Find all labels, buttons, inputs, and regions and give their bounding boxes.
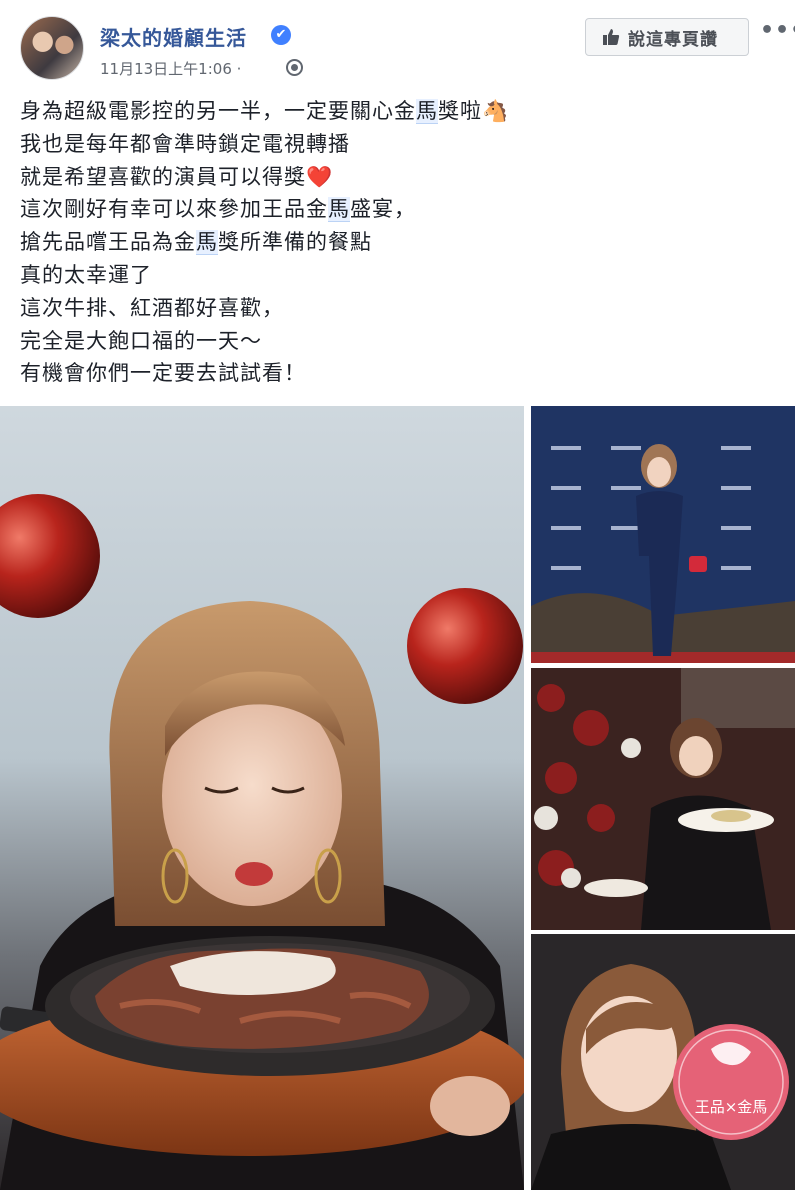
photo-grid: 王品×金馬 <box>0 406 795 1190</box>
highlighted-word[interactable]: 馬 <box>196 230 218 256</box>
plate-photo[interactable] <box>531 668 795 930</box>
badge-photo[interactable]: 王品×金馬 <box>531 934 795 1190</box>
post-line: 這次剛好有幸可以來參加王品金馬盛宴， <box>20 197 416 223</box>
post-line: 就是希望喜歡的演員可以得獎❤️ <box>20 164 334 189</box>
badge-text: 王品×金馬 <box>695 1098 768 1116</box>
plate-illustration <box>531 668 795 930</box>
page-name-link[interactable]: 梁太的婚顧生活 <box>100 22 247 51</box>
like-page-label: 說這專頁讚 <box>628 29 718 50</box>
red-carpet-photo[interactable] <box>531 406 795 663</box>
red-carpet-illustration <box>531 406 795 663</box>
post-line: 身為超級電影控的另一半，一定要關心金馬獎啦🐴 <box>20 99 510 124</box>
page-avatar[interactable] <box>20 16 84 80</box>
highlighted-word[interactable]: 馬 <box>416 99 438 124</box>
post-line: 搶先品嚐王品為金馬獎所準備的餐點 <box>20 230 372 256</box>
post-line: 完全是大飽口福的一天～ <box>20 328 262 353</box>
main-photo[interactable] <box>0 406 524 1190</box>
post-line: 真的太幸運了 <box>20 262 152 287</box>
badge-illustration: 王品×金馬 <box>531 934 795 1190</box>
post-line: 我也是每年都會準時鎖定電視轉播 <box>20 131 350 156</box>
post-message: 身為超級電影控的另一半，一定要關心金馬獎啦🐴 我也是每年都會準時鎖定電視轉播 就… <box>20 95 780 390</box>
like-page-button[interactable]: 說這專頁讚 <box>585 18 749 56</box>
thumbs-up-icon <box>603 29 620 45</box>
more-options-icon[interactable]: ••• <box>760 18 795 43</box>
steak-photo-illustration <box>0 494 524 1190</box>
post-header: 梁太的婚顧生活 ✔ 11月13日上午1:06 · 說這專頁讚 ••• <box>0 0 795 90</box>
public-globe-icon[interactable] <box>286 59 303 76</box>
post-line: 有機會你們一定要去試試看！ <box>20 361 306 386</box>
post-timestamp[interactable]: 11月13日上午1:06 · <box>100 58 241 79</box>
post-line: 這次牛排、紅酒都好喜歡， <box>20 295 284 320</box>
highlighted-word[interactable]: 馬 <box>328 197 350 223</box>
verified-badge-icon: ✔ <box>271 25 291 45</box>
